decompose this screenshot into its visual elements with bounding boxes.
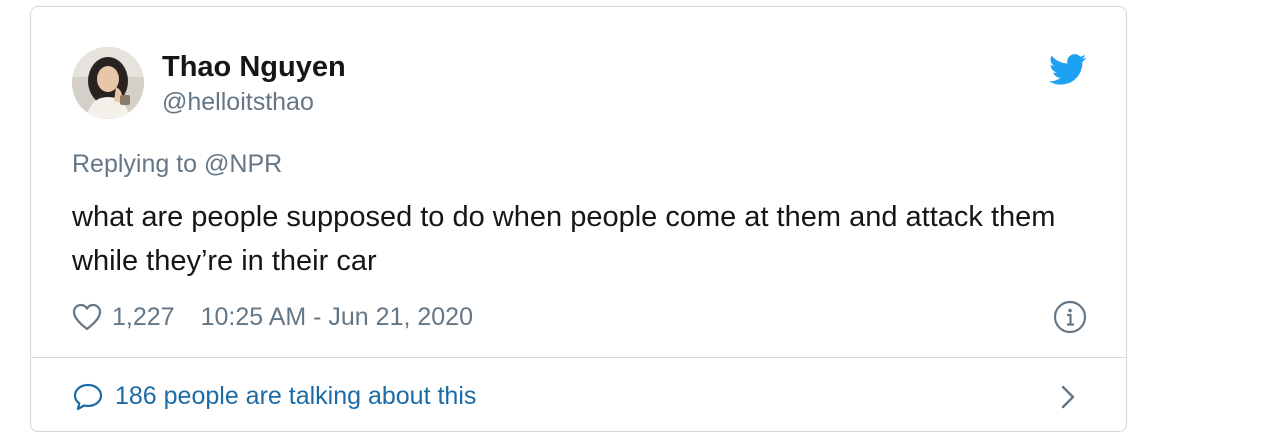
tweet-meta: 1,227 10:25 AM - Jun 21, 2020: [72, 301, 473, 333]
author-handle[interactable]: @helloitsthao: [162, 87, 314, 117]
talking-about-count: 186 people are talking about this: [115, 382, 477, 410]
author-name[interactable]: Thao Nguyen: [162, 51, 346, 83]
chevron-right-icon: [1058, 383, 1078, 411]
reply-mention-link[interactable]: @NPR: [204, 150, 282, 178]
tweet-card: Thao Nguyen @helloitsthao Replying to @N…: [30, 6, 1127, 432]
like-count[interactable]: 1,227: [112, 303, 175, 332]
conversation-link[interactable]: 186 people are talking about this: [31, 358, 1126, 431]
replying-to: Replying to @NPR: [72, 149, 282, 179]
twitter-bird-icon[interactable]: [1049, 54, 1087, 86]
replying-label: Replying to: [72, 150, 198, 178]
speech-bubble-icon: [73, 383, 103, 411]
heart-icon[interactable]: [72, 303, 102, 331]
avatar[interactable]: [72, 47, 144, 119]
info-icon[interactable]: [1053, 300, 1087, 334]
tweet-text: what are people supposed to do when peop…: [72, 201, 1056, 277]
tweet-timestamp[interactable]: 10:25 AM - Jun 21, 2020: [201, 303, 473, 332]
